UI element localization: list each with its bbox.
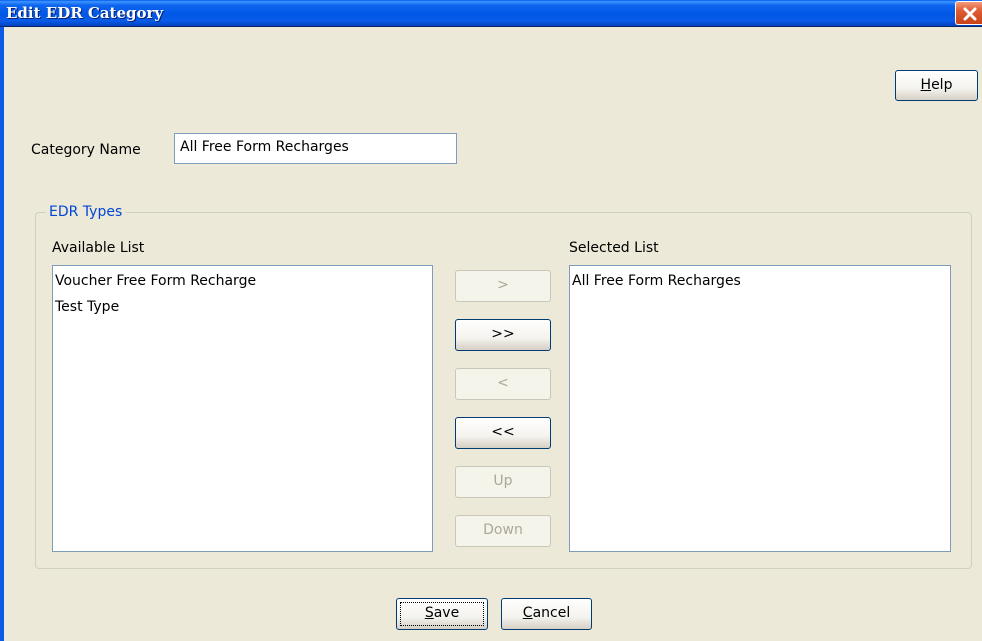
selected-list-label: Selected List [569,240,659,256]
category-name-input[interactable]: All Free Form Recharges [174,133,457,164]
window-frame-left [0,27,4,641]
add-all-button[interactable]: >> [455,319,551,351]
window-title: Edit EDR Category [6,4,164,22]
help-button[interactable]: Help [895,70,978,101]
add-button[interactable]: > [455,270,551,302]
remove-all-button[interactable]: << [455,417,551,449]
close-icon [963,7,977,21]
remove-button[interactable]: < [455,368,551,400]
category-name-label: Category Name [31,142,141,158]
move-down-button[interactable]: Down [455,515,551,547]
edr-types-legend: EDR Types [46,204,126,220]
save-mnemonic: S [424,605,434,621]
available-list[interactable]: Voucher Free Form Recharge Test Type [52,265,433,552]
list-item[interactable]: All Free Form Recharges [572,268,948,294]
selected-list[interactable]: All Free Form Recharges [569,265,951,552]
list-item[interactable]: Test Type [55,294,430,320]
close-button[interactable] [955,1,982,25]
help-label-rest: elp [931,77,953,93]
cancel-label-rest: ancel [532,605,571,621]
cancel-mnemonic: C [522,605,533,621]
move-up-button[interactable]: Up [455,466,551,498]
save-label-rest: ave [433,605,460,621]
help-mnemonic: H [920,77,932,93]
save-button[interactable]: Save [396,598,488,630]
list-item[interactable]: Voucher Free Form Recharge [55,268,430,294]
cancel-button[interactable]: Cancel [501,598,592,630]
title-bar: Edit EDR Category [0,0,982,27]
category-name-value: All Free Form Recharges [180,139,349,155]
available-list-label: Available List [52,240,145,256]
